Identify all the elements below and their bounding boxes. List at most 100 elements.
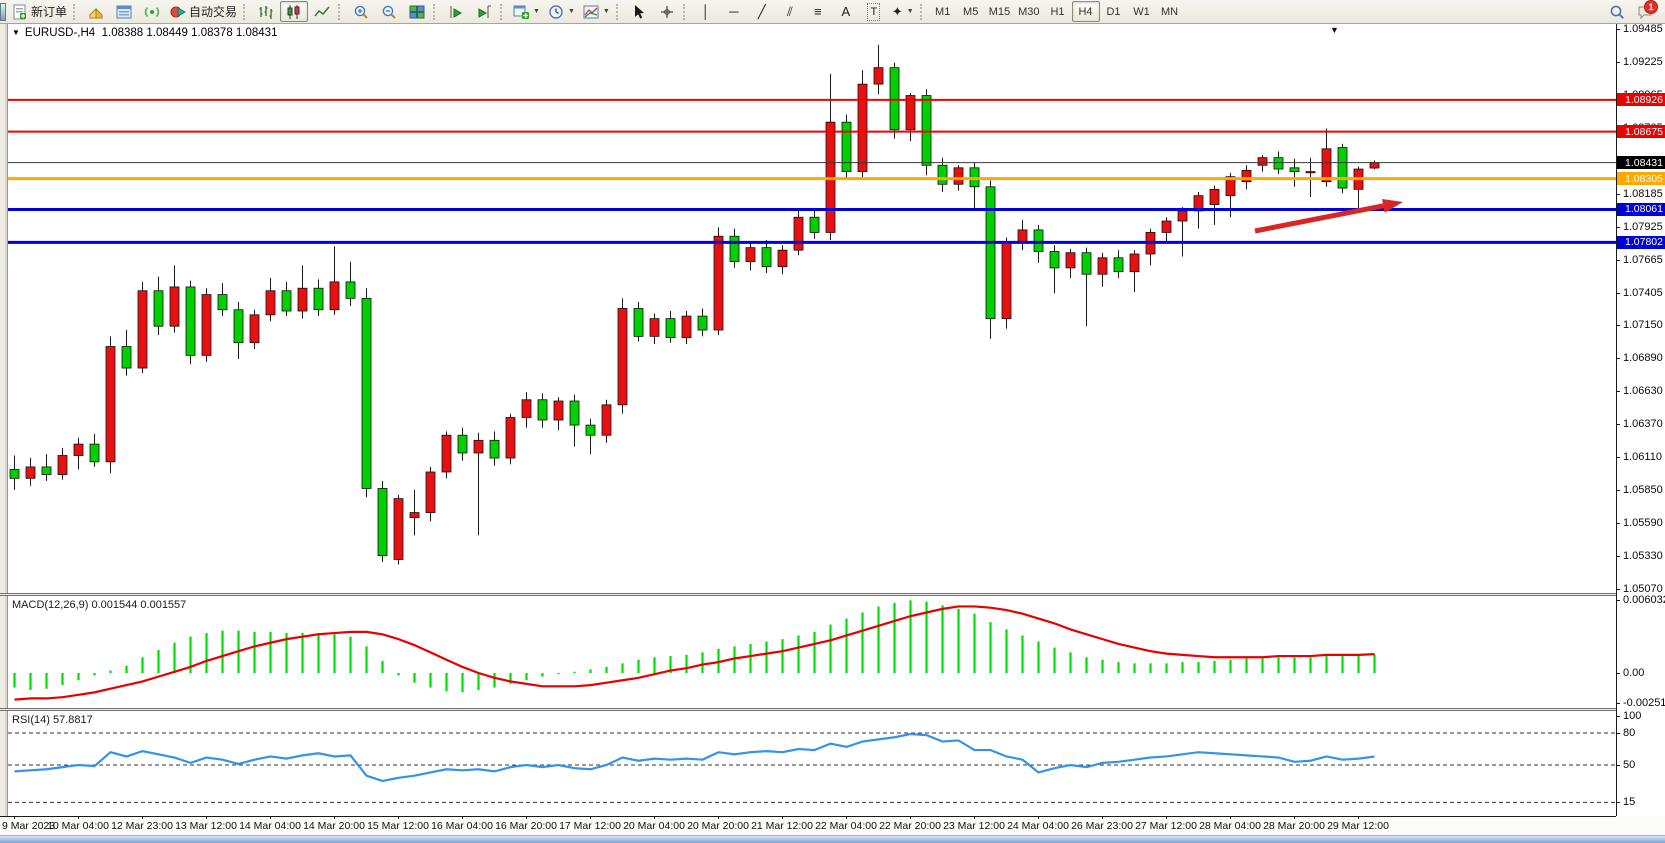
fibonacci-tool-button[interactable]: ≡ bbox=[804, 1, 832, 22]
market-watch-button[interactable] bbox=[110, 1, 138, 22]
timeframe-label: M5 bbox=[963, 6, 978, 18]
time-axis[interactable]: 9 Mar 202310 Mar 04:0012 Mar 23:0013 Mar… bbox=[0, 816, 1665, 835]
timeframe-button-d1[interactable]: D1 bbox=[1100, 1, 1128, 22]
zoom-out-button[interactable] bbox=[375, 1, 403, 22]
text-tool-button[interactable]: A bbox=[832, 1, 860, 22]
dropdown-caret-icon: ▼ bbox=[603, 8, 610, 15]
time-axis-label: 20 Mar 04:00 bbox=[623, 820, 685, 832]
one-click-caret-icon[interactable]: ▼ bbox=[1330, 25, 1339, 35]
time-axis-label: 21 Mar 12:00 bbox=[751, 820, 813, 832]
cursor-tool-button[interactable] bbox=[625, 1, 653, 22]
time-tick bbox=[590, 816, 591, 819]
axis-tick bbox=[1617, 457, 1620, 458]
candle-chart-button[interactable] bbox=[280, 1, 308, 22]
timeframe-button-m5[interactable]: M5 bbox=[957, 1, 985, 22]
axis-tick bbox=[1617, 260, 1620, 261]
notification-badge: 1 bbox=[1644, 0, 1658, 14]
time-axis-label: 26 Mar 23:00 bbox=[1071, 820, 1133, 832]
toolbar-grip bbox=[683, 4, 690, 20]
price-axis-label: 1.09485 bbox=[1623, 23, 1663, 35]
timeframe-label: D1 bbox=[1106, 6, 1120, 18]
tile-windows-icon bbox=[409, 4, 425, 20]
zoom-out-icon bbox=[381, 4, 397, 20]
axis-tick bbox=[1617, 600, 1620, 601]
arrows-tool-button[interactable]: ✦▼ bbox=[888, 1, 918, 22]
axis-tick bbox=[1617, 802, 1620, 803]
new-order-button[interactable]: 新订单 bbox=[8, 1, 71, 22]
price-axis-label: 1.06370 bbox=[1623, 418, 1663, 430]
charts-bar-button[interactable] bbox=[82, 1, 110, 22]
price-axis-label: 1.06630 bbox=[1623, 385, 1663, 397]
autotrade-label: 自动交易 bbox=[189, 3, 237, 20]
price-tag: 1.07802 bbox=[1617, 236, 1665, 249]
time-axis-label: 27 Mar 12:00 bbox=[1135, 820, 1197, 832]
axis-tick bbox=[1617, 391, 1620, 392]
chart-list-caret-icon[interactable]: ▼ bbox=[12, 28, 20, 37]
auto-scroll-icon bbox=[448, 4, 464, 20]
autotrade-button[interactable]: 自动交易 bbox=[166, 1, 241, 22]
axis-tick bbox=[1617, 194, 1620, 195]
notifications-button[interactable]: 1 bbox=[1631, 1, 1659, 22]
chat-bubble-icon: 1 bbox=[1637, 4, 1653, 20]
bar-chart-button[interactable] bbox=[252, 1, 280, 22]
text-label-icon: T bbox=[867, 3, 880, 21]
rsi-axis-label: 100 bbox=[1623, 710, 1641, 722]
search-button[interactable] bbox=[1603, 1, 1631, 22]
text-label-tool-button[interactable]: T bbox=[860, 1, 888, 22]
timeframe-button-h4[interactable]: H4 bbox=[1072, 1, 1100, 22]
timeframe-button-m1[interactable]: M1 bbox=[929, 1, 957, 22]
template-button[interactable]: ▼ bbox=[579, 1, 614, 22]
axis-tick bbox=[1617, 556, 1620, 557]
axis-tick bbox=[1617, 227, 1620, 228]
macd-axis-label: 0.00 bbox=[1623, 667, 1644, 679]
chart-shift-button[interactable] bbox=[470, 1, 498, 22]
horizontal-line-tool-button[interactable]: ─ bbox=[720, 1, 748, 22]
main-price-chart[interactable] bbox=[8, 24, 1616, 593]
macd-panel[interactable] bbox=[8, 596, 1616, 708]
equidistant-channel-icon: ⫽ bbox=[787, 4, 793, 20]
axis-tick bbox=[1617, 62, 1620, 63]
trendline-tool-button[interactable]: ╱ bbox=[748, 1, 776, 22]
window-left-gutter bbox=[0, 24, 8, 816]
text-icon: A bbox=[842, 4, 851, 20]
timeframe-button-w1[interactable]: W1 bbox=[1128, 1, 1156, 22]
vertical-line-tool-button[interactable]: │ bbox=[692, 1, 720, 22]
time-tick bbox=[462, 816, 463, 819]
line-chart-icon bbox=[314, 4, 330, 20]
crosshair-icon bbox=[659, 4, 675, 20]
line-chart-button[interactable] bbox=[308, 1, 336, 22]
channel-tool-button[interactable]: ⫽ bbox=[776, 1, 804, 22]
time-axis-label: 13 Mar 12:00 bbox=[175, 820, 237, 832]
time-tick bbox=[974, 816, 975, 819]
timeframe-button-m30[interactable]: M30 bbox=[1014, 1, 1043, 22]
zoom-in-button[interactable] bbox=[347, 1, 375, 22]
rsi-panel[interactable] bbox=[8, 711, 1616, 816]
axis-tick bbox=[1617, 733, 1620, 734]
axis-tick bbox=[1617, 589, 1620, 590]
price-axis-label: 1.05070 bbox=[1623, 583, 1663, 595]
clipped-toolbar-icon bbox=[0, 3, 6, 21]
time-axis-label: 23 Mar 12:00 bbox=[943, 820, 1005, 832]
crosshair-tool-button[interactable] bbox=[653, 1, 681, 22]
price-axis[interactable]: 1.094851.092251.089651.087051.084451.081… bbox=[1616, 24, 1665, 816]
period-button[interactable]: ▼ bbox=[544, 1, 579, 22]
timeframe-button-m15[interactable]: M15 bbox=[985, 1, 1014, 22]
time-tick bbox=[526, 816, 527, 819]
price-tag: 1.08675 bbox=[1617, 125, 1665, 138]
timeframe-button-h1[interactable]: H1 bbox=[1044, 1, 1072, 22]
rsi-axis-label: 80 bbox=[1623, 727, 1635, 739]
candlestick-plot[interactable] bbox=[8, 24, 1616, 593]
time-axis-label: 22 Mar 20:00 bbox=[879, 820, 941, 832]
timeframe-label: M1 bbox=[935, 6, 950, 18]
time-axis-label: 14 Mar 04:00 bbox=[239, 820, 301, 832]
candlestick-icon bbox=[286, 4, 302, 20]
tile-windows-button[interactable] bbox=[403, 1, 431, 22]
signals-button[interactable] bbox=[138, 1, 166, 22]
chart-shift-icon bbox=[476, 4, 492, 20]
time-axis-label: 16 Mar 20:00 bbox=[495, 820, 557, 832]
search-icon bbox=[1609, 4, 1625, 20]
timeframe-button-mn[interactable]: MN bbox=[1156, 1, 1184, 22]
new-order-label: 新订单 bbox=[31, 3, 67, 20]
auto-scroll-button[interactable] bbox=[442, 1, 470, 22]
new-chart-button[interactable]: ▼ bbox=[509, 1, 544, 22]
